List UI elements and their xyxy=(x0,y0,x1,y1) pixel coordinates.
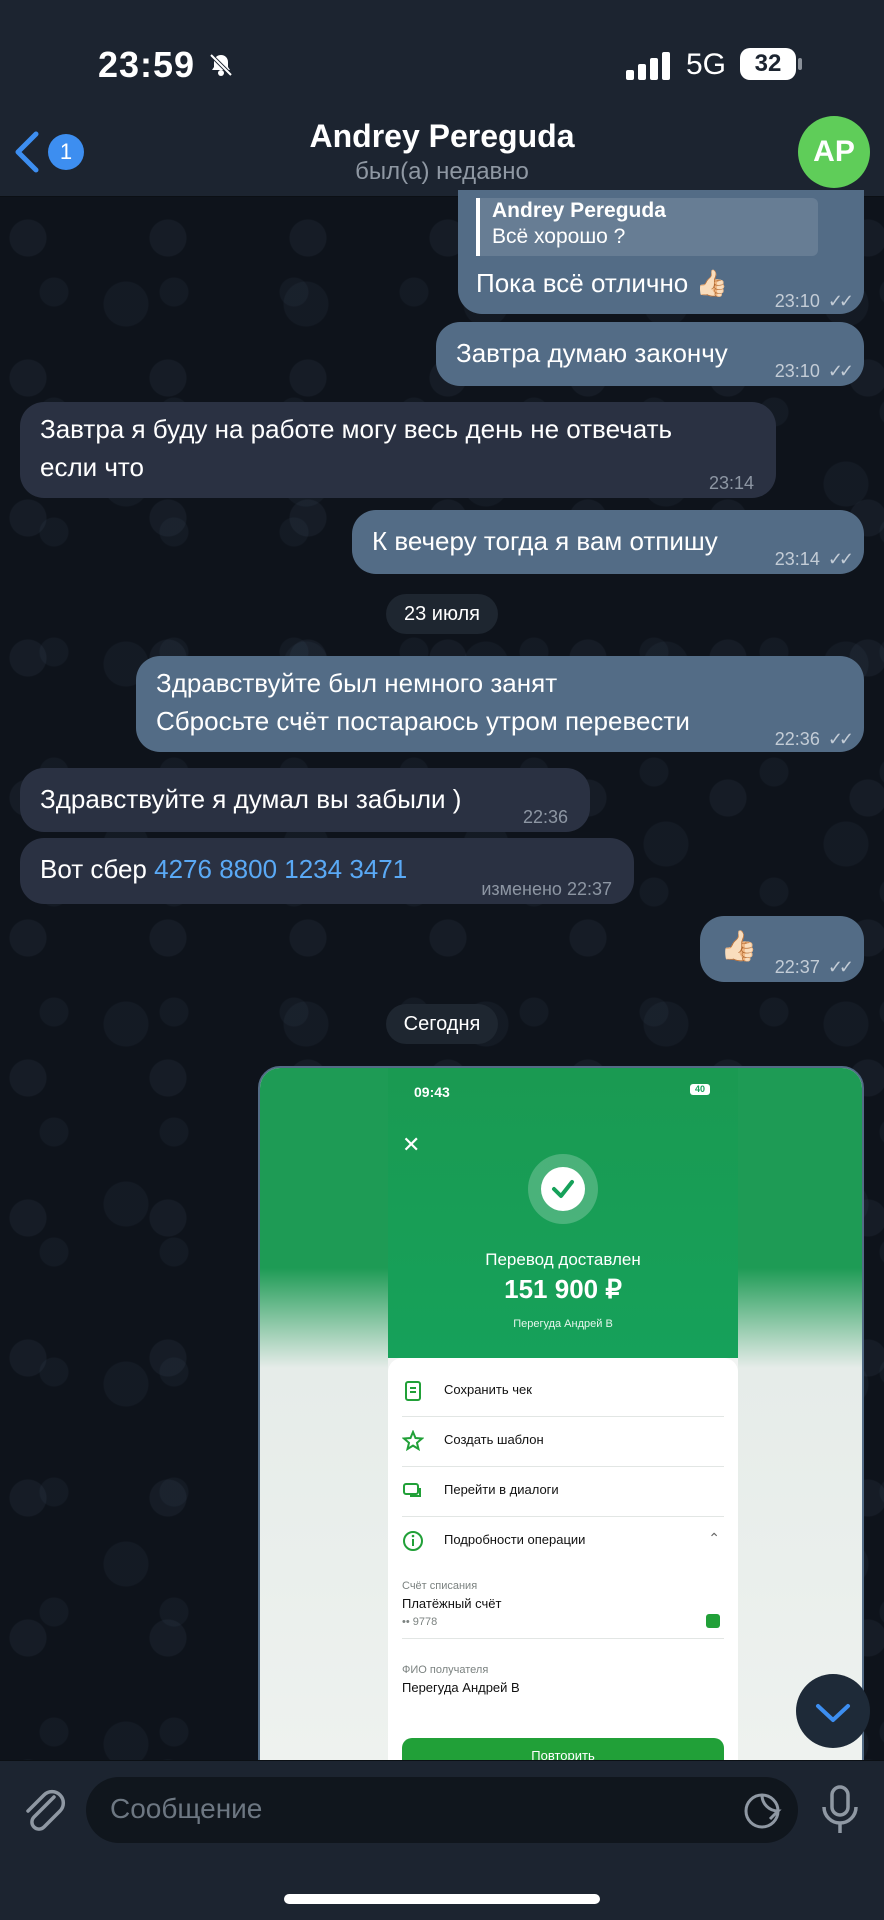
status-time: 23:59 xyxy=(98,44,196,85)
message-text-line1: Завтра я буду на работе могу весь день н… xyxy=(40,414,673,444)
bell-off-icon xyxy=(209,53,233,77)
read-ticks-icon: ✓✓ xyxy=(827,361,854,381)
message-time: 23:10 ✓✓ xyxy=(774,291,854,311)
message-time: 22:37 ✓✓ xyxy=(774,957,854,977)
message-bubble[interactable]: Здравствуйте я думал вы забыли ) 22:36 xyxy=(20,768,590,832)
account-name: Платёжный счёт xyxy=(402,1596,502,1611)
photo-battery: 40 xyxy=(690,1084,710,1095)
dialog-icon xyxy=(403,1483,421,1497)
battery-indicator: 32 xyxy=(740,48,796,80)
sticker-icon[interactable] xyxy=(742,1791,782,1831)
reply-quote[interactable]: Andrey Pereguda Всё хорошо ? xyxy=(476,198,818,256)
message-placeholder: Сообщение xyxy=(110,1793,263,1824)
message-text: 👍🏻 xyxy=(720,930,758,963)
message-time: 22:36 xyxy=(522,807,568,827)
message-bubble[interactable]: Andrey Pereguda Всё хорошо ? Пока всё от… xyxy=(458,190,864,314)
message-text: К вечеру тогда я вам отпишу xyxy=(372,526,718,556)
card-number-link[interactable]: 4276 8800 1234 3471 xyxy=(154,854,407,884)
fio-label: ФИО получателя xyxy=(402,1664,489,1676)
paperclip-icon[interactable] xyxy=(20,1783,68,1837)
receipt-action: Перейти в диалоги xyxy=(402,1466,724,1517)
photo-message[interactable]: 09:43 40 ✕ Перевод доставлен 151 900 ₽ П… xyxy=(258,1066,864,1766)
edited-label: изменено xyxy=(481,879,562,899)
message-time: 22:36 ✓✓ xyxy=(774,729,854,749)
transfer-recipient: Перегуда Андрей В xyxy=(513,1318,613,1330)
scroll-down-button[interactable] xyxy=(796,1674,870,1748)
action-label: Создать шаблон xyxy=(444,1432,544,1447)
read-ticks-icon: ✓✓ xyxy=(827,291,854,311)
message-bubble[interactable]: 👍🏻 22:37 ✓✓ xyxy=(700,916,864,982)
message-time: изменено 22:37 xyxy=(481,879,612,899)
action-label: Сохранить чек xyxy=(444,1382,532,1397)
photo-status-time: 09:43 xyxy=(414,1084,450,1100)
message-text-line2: если что xyxy=(40,452,144,482)
star-icon xyxy=(402,1430,424,1452)
message-time: 23:14 xyxy=(708,473,754,493)
microphone-icon[interactable] xyxy=(818,1783,862,1837)
message-time: 23:10 ✓✓ xyxy=(774,361,854,381)
info-icon xyxy=(403,1531,423,1551)
network-type: 5G xyxy=(686,48,727,81)
account-number: •• 9778 xyxy=(402,1616,438,1628)
message-bubble[interactable]: Здравствуйте был немного занят Сбросьте … xyxy=(136,656,864,752)
message-text-line1: Здравствуйте был немного занят xyxy=(156,668,558,698)
receipt-screenshot: 09:43 40 ✕ Перевод доставлен 151 900 ₽ П… xyxy=(388,1068,738,1764)
date-separator: 23 июля xyxy=(386,594,498,634)
divider xyxy=(402,1638,724,1639)
chat-status: был(а) недавно xyxy=(355,158,529,185)
read-ticks-icon: ✓✓ xyxy=(827,549,854,569)
message-prefix: Вот сбер xyxy=(40,854,147,884)
receipt-card: Сохранить чек Создать шаблон Перейти в д… xyxy=(388,1358,738,1764)
reply-text: Всё хорошо ? xyxy=(492,225,626,248)
photo-blur-right xyxy=(734,1068,862,1764)
receipt-icon xyxy=(405,1381,421,1401)
chat-title[interactable]: Andrey Pereguda xyxy=(0,118,884,155)
account-label: Счёт списания xyxy=(402,1580,478,1592)
message-text: Пока всё отлично 👍🏻 xyxy=(476,268,728,298)
receipt-action: Создать шаблон xyxy=(402,1416,724,1467)
chat-header: 1 Andrey Pereguda был(а) недавно AP xyxy=(0,100,884,197)
action-label: Перейти в диалоги xyxy=(444,1482,559,1497)
message-bubble[interactable]: Завтра я буду на работе могу весь день н… xyxy=(20,402,776,498)
read-ticks-icon: ✓✓ xyxy=(827,729,854,749)
photo-blur-left xyxy=(260,1068,388,1764)
chevron-up-icon: ⌃ xyxy=(708,1530,720,1546)
message-bubble[interactable]: К вечеру тогда я вам отпишу 23:14 ✓✓ xyxy=(352,510,864,574)
action-label: Подробности операции xyxy=(444,1532,586,1547)
receipt-action: Сохранить чек xyxy=(402,1366,724,1417)
transfer-amount: 151 900 ₽ xyxy=(504,1274,622,1304)
read-ticks-icon: ✓✓ xyxy=(827,957,854,977)
chat-screen: 23:59 5G 32 1 Andrey Pereguda был(а) нед… xyxy=(0,0,884,1920)
date-separator: Сегодня xyxy=(386,1004,498,1044)
chevron-down-icon xyxy=(816,1704,850,1722)
home-indicator[interactable] xyxy=(284,1894,600,1904)
avatar[interactable]: AP xyxy=(798,116,870,188)
reply-author: Andrey Pereguda xyxy=(492,199,666,222)
message-text-line2: Сбросьте счёт постараюсь утром перевести xyxy=(156,706,690,736)
battery-nub xyxy=(798,58,802,70)
success-check-icon xyxy=(528,1154,598,1224)
message-text: Завтра думаю закончу xyxy=(456,338,728,368)
message-text: Здравствуйте я думал вы забыли ) xyxy=(40,784,462,814)
receipt-action: Подробности операции ⌃ xyxy=(402,1516,724,1566)
close-icon: ✕ xyxy=(402,1132,421,1157)
signal-icon xyxy=(626,52,670,80)
message-time: 23:14 ✓✓ xyxy=(774,549,854,569)
fio-value: Перегуда Андрей В xyxy=(402,1680,520,1695)
message-bubble[interactable]: Завтра думаю закончу 23:10 ✓✓ xyxy=(436,322,864,386)
message-input[interactable]: Сообщение xyxy=(86,1777,798,1843)
message-bubble[interactable]: Вот сбер 4276 8800 1234 3471 изменено 22… xyxy=(20,838,634,904)
sber-logo-icon xyxy=(706,1614,720,1628)
message-text: Вот сбер 4276 8800 1234 3471 xyxy=(40,850,407,888)
transfer-status: Перевод доставлен xyxy=(485,1250,641,1269)
